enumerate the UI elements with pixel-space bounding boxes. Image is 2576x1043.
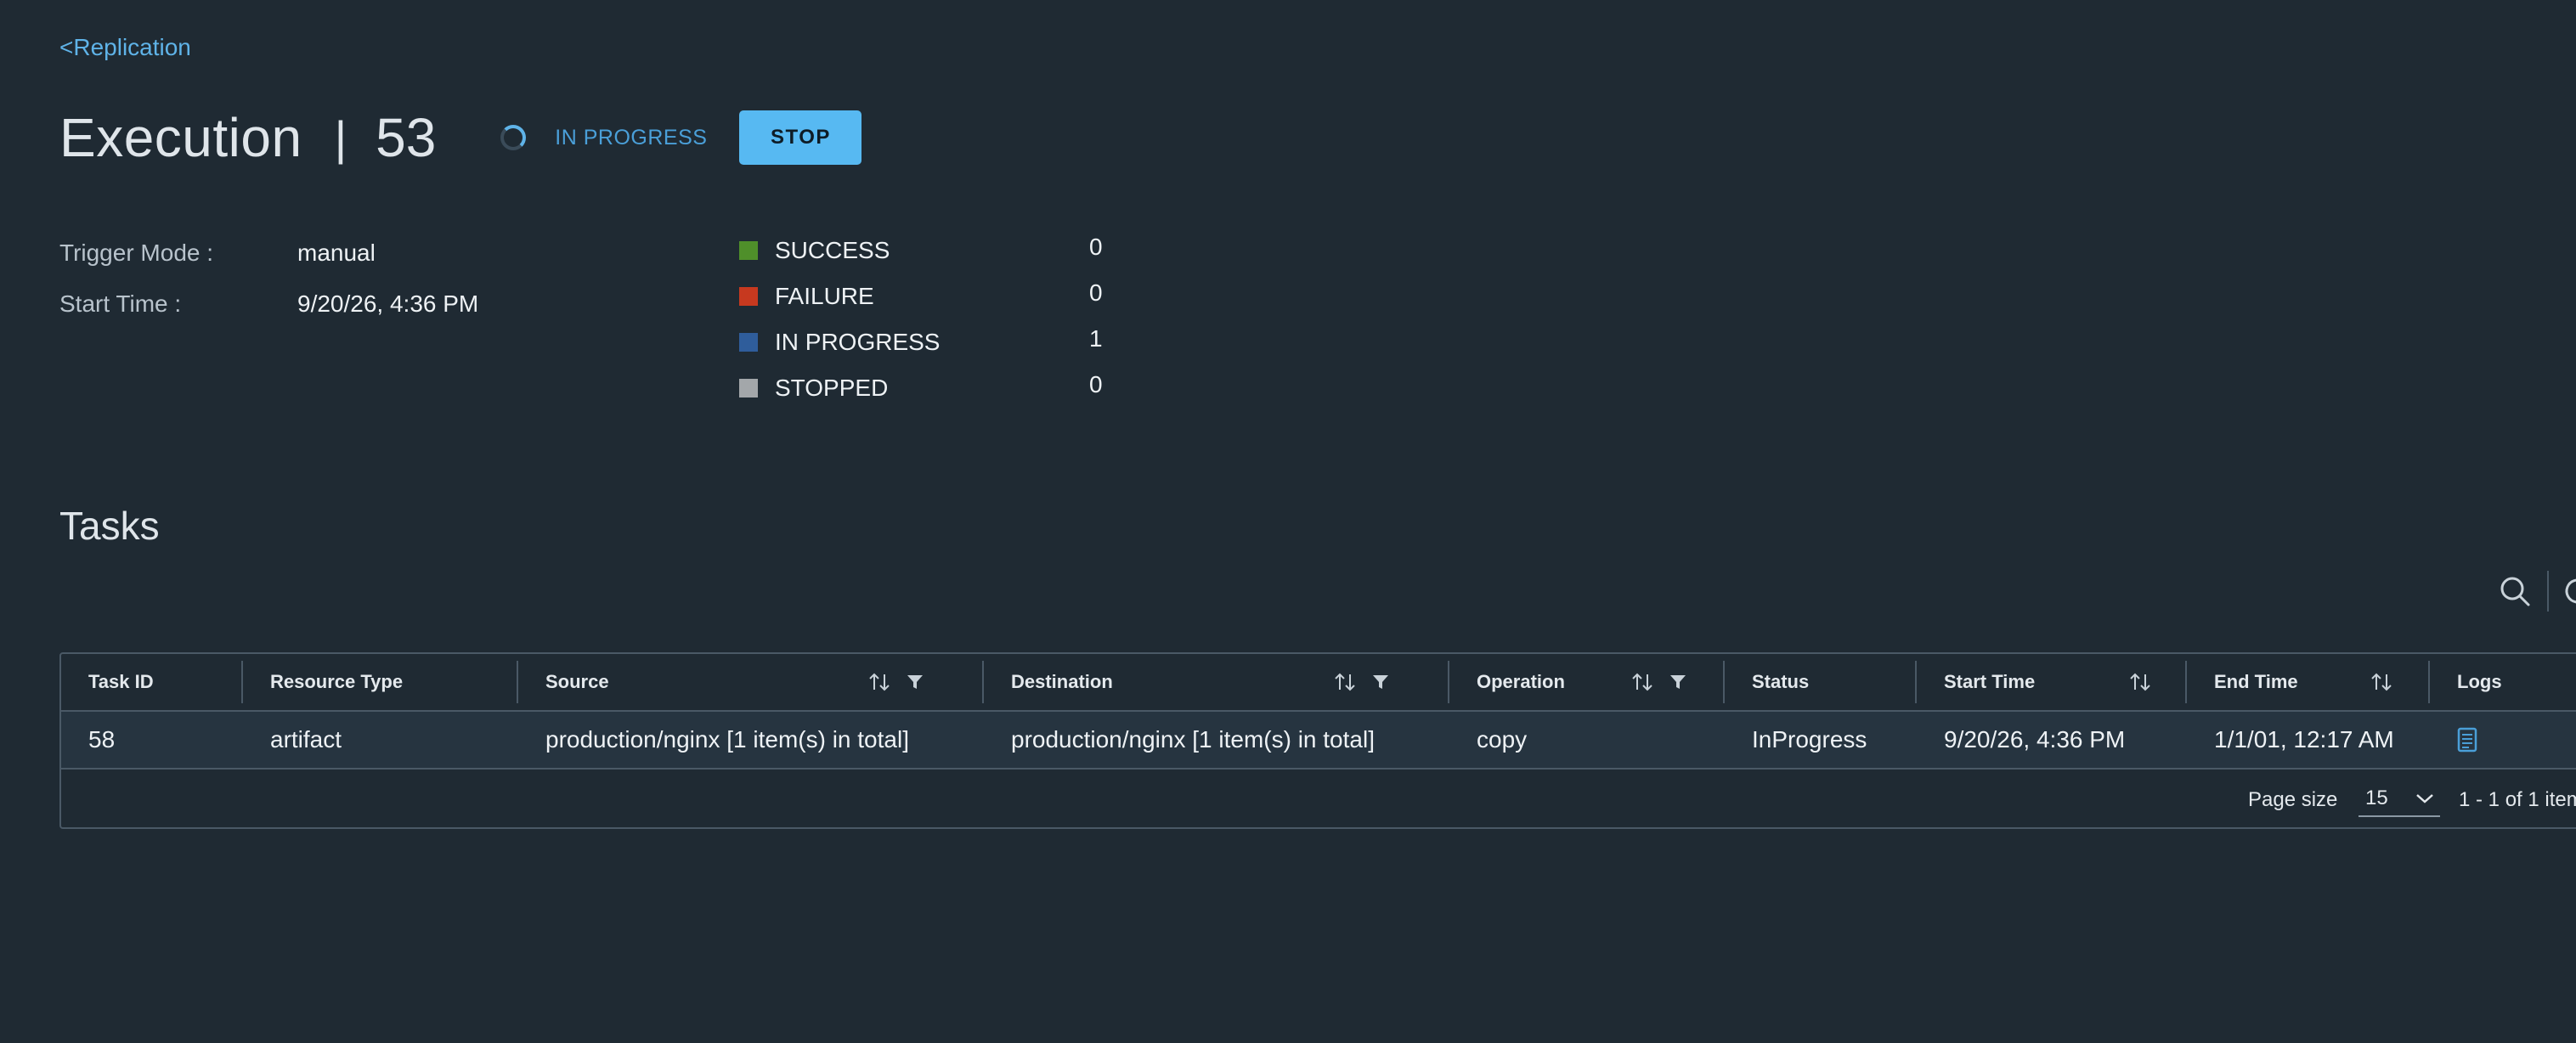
column-operation[interactable]: Operation <box>1449 654 1725 710</box>
column-label: Source <box>545 671 609 692</box>
grid-toolbar <box>2498 571 2576 612</box>
filter-icon[interactable] <box>1669 673 1687 691</box>
execution-status: IN PROGRESS <box>555 125 708 149</box>
column-label: Start Time <box>1944 671 2036 692</box>
page-size-value: 15 <box>2365 786 2388 809</box>
cell-end-time: 1/1/01, 12:17 AM <box>2214 726 2394 753</box>
execution-info: Trigger Mode : manual Start Time : 9/20/… <box>59 228 478 330</box>
refresh-icon[interactable] <box>2561 574 2576 608</box>
chevron-down-icon <box>2416 794 2433 803</box>
page-size-label: Page size <box>2248 788 2338 811</box>
search-icon[interactable] <box>2498 574 2532 608</box>
sort-icon[interactable] <box>868 671 892 693</box>
column-label: Resource Type <box>270 671 404 692</box>
failure-label: FAILURE <box>775 283 874 309</box>
failure-swatch <box>739 287 758 306</box>
summary-stopped: STOPPED 0 <box>739 365 1103 411</box>
document-icon[interactable] <box>2457 727 2477 753</box>
column-label: Logs <box>2457 671 2502 692</box>
in-progress-label: IN PROGRESS <box>775 329 941 355</box>
table-header: Task ID Resource Type Source Destination <box>61 654 2576 712</box>
page-title: Execution <box>59 107 302 168</box>
stopped-label: STOPPED <box>775 375 889 401</box>
in-progress-count: 1 <box>1089 325 1103 352</box>
cell-start-time: 9/20/26, 4:36 PM <box>1944 726 2126 753</box>
tasks-section-title: Tasks <box>59 504 160 548</box>
cell-destination: production/nginx [1 item(s) in total] <box>1011 726 1375 753</box>
column-controls <box>2129 671 2153 693</box>
in-progress-swatch <box>739 333 758 352</box>
sort-icon[interactable] <box>2370 671 2394 693</box>
execution-page: <Replication Execution | 53 IN PROGRESS … <box>0 0 2576 1043</box>
filter-icon[interactable] <box>906 673 924 691</box>
column-controls <box>2370 671 2394 693</box>
column-label: End Time <box>2214 671 2298 692</box>
status-summary: SUCCESS 0 FAILURE 0 IN PROGRESS 1 STOPPE… <box>739 228 1103 411</box>
summary-success: SUCCESS 0 <box>739 228 1103 273</box>
execution-id: 53 <box>376 107 437 168</box>
cell-task-id: 58 <box>88 726 116 753</box>
spinner-icon <box>500 125 527 150</box>
column-destination[interactable]: Destination <box>984 654 1449 710</box>
column-end-time[interactable]: End Time <box>2187 654 2430 710</box>
stopped-swatch <box>739 379 758 397</box>
page-size-select[interactable]: 15 <box>2359 781 2440 817</box>
trigger-mode-row: Trigger Mode : manual <box>59 228 478 279</box>
cell-operation: copy <box>1477 726 1528 753</box>
column-resource-type[interactable]: Resource Type <box>243 654 518 710</box>
cell-status: InProgress <box>1752 726 1867 753</box>
column-controls <box>868 671 924 693</box>
column-logs[interactable]: Logs <box>2430 654 2576 710</box>
summary-failure: FAILURE 0 <box>739 273 1103 319</box>
sort-icon[interactable] <box>2129 671 2153 693</box>
toolbar-divider <box>2547 571 2549 612</box>
cell-resource-type: artifact <box>270 726 342 753</box>
column-status[interactable]: Status <box>1725 654 1917 710</box>
table-footer: Page size 15 1 - 1 of 1 items <box>61 770 2576 829</box>
column-label: Status <box>1752 671 1810 692</box>
filter-icon[interactable] <box>1371 673 1390 691</box>
breadcrumb-replication-link[interactable]: <Replication <box>59 34 191 61</box>
column-controls <box>1631 671 1687 693</box>
page-header: Execution | 53 IN PROGRESS STOP <box>59 100 862 175</box>
trigger-mode-label: Trigger Mode : <box>59 240 214 266</box>
start-time-label: Start Time : <box>59 290 182 317</box>
summary-in-progress: IN PROGRESS 1 <box>739 319 1103 365</box>
failure-count: 0 <box>1089 279 1103 306</box>
trigger-mode-value: manual <box>297 240 376 266</box>
column-label: Destination <box>1011 671 1113 692</box>
stopped-count: 0 <box>1089 371 1103 397</box>
sort-icon[interactable] <box>1631 671 1655 693</box>
start-time-row: Start Time : 9/20/26, 4:36 PM <box>59 279 478 330</box>
success-count: 0 <box>1089 234 1103 260</box>
column-task-id[interactable]: Task ID <box>61 654 243 710</box>
title-separator: | <box>334 110 347 165</box>
table-row[interactable]: 58 artifact production/nginx [1 item(s) … <box>61 712 2576 770</box>
sort-icon[interactable] <box>1334 671 1358 693</box>
stop-button[interactable]: STOP <box>739 110 862 165</box>
cell-source: production/nginx [1 item(s) in total] <box>545 726 909 753</box>
success-label: SUCCESS <box>775 237 890 263</box>
column-start-time[interactable]: Start Time <box>1917 654 2187 710</box>
column-label: Task ID <box>88 671 154 692</box>
pagination-info: 1 - 1 of 1 items <box>2459 788 2576 811</box>
column-label: Operation <box>1477 671 1565 692</box>
column-controls <box>1334 671 1390 693</box>
cell-logs <box>2430 712 2576 768</box>
tasks-table: Task ID Resource Type Source Destination <box>59 652 2576 829</box>
success-swatch <box>739 241 758 260</box>
column-source[interactable]: Source <box>518 654 984 710</box>
start-time-value: 9/20/26, 4:36 PM <box>297 290 479 317</box>
